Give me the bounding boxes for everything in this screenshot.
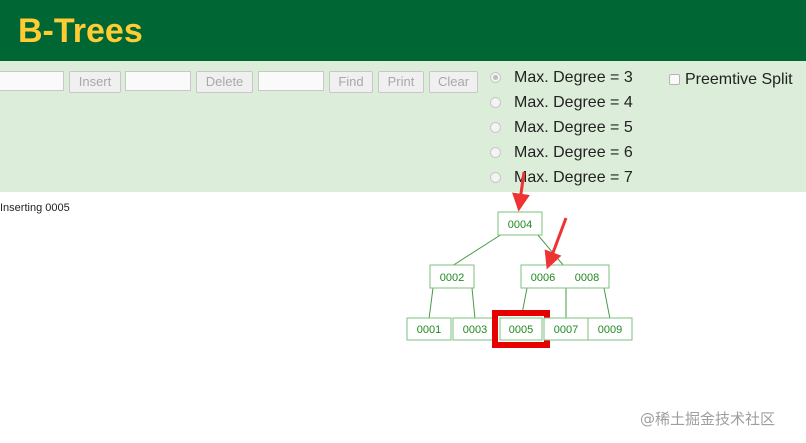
edge-0008-0009 [603, 287, 611, 320]
node-key: 0003 [463, 324, 487, 336]
edge-0002-0003 [471, 287, 476, 320]
node-key: 0008 [575, 272, 599, 284]
node-key: 0002 [440, 272, 464, 284]
node-key: 0001 [417, 324, 441, 336]
tree-leaf-0005: 0005 [492, 310, 550, 348]
tree-leaf-0003: 0003 [452, 317, 498, 341]
node-key: 0005 [509, 324, 533, 336]
watermark: @稀土掘金技术社区 [640, 410, 776, 428]
node-key: 0004 [508, 219, 532, 231]
node-key: 0006 [531, 272, 555, 284]
tree-canvas: 0004 0002 0006 0008 0001 0003 0005 0007 … [406, 171, 633, 348]
annotation-arrow-down-icon [512, 171, 530, 212]
node-key: 0009 [598, 324, 622, 336]
tree-leaf-0001: 0001 [406, 317, 452, 341]
tree-node-0006-0008: 0006 0008 [520, 264, 610, 289]
tree-leaf-0007: 0007 [543, 317, 589, 341]
annotation-arrow-down-icon [544, 217, 568, 270]
edge-root-left [451, 233, 503, 267]
tree-node-0002: 0002 [429, 264, 475, 289]
tree-leaf-0009: 0009 [587, 317, 633, 341]
edge-0002-0001 [428, 287, 434, 320]
node-key: 0007 [554, 324, 578, 336]
tree-node-root: 0004 [497, 211, 543, 236]
